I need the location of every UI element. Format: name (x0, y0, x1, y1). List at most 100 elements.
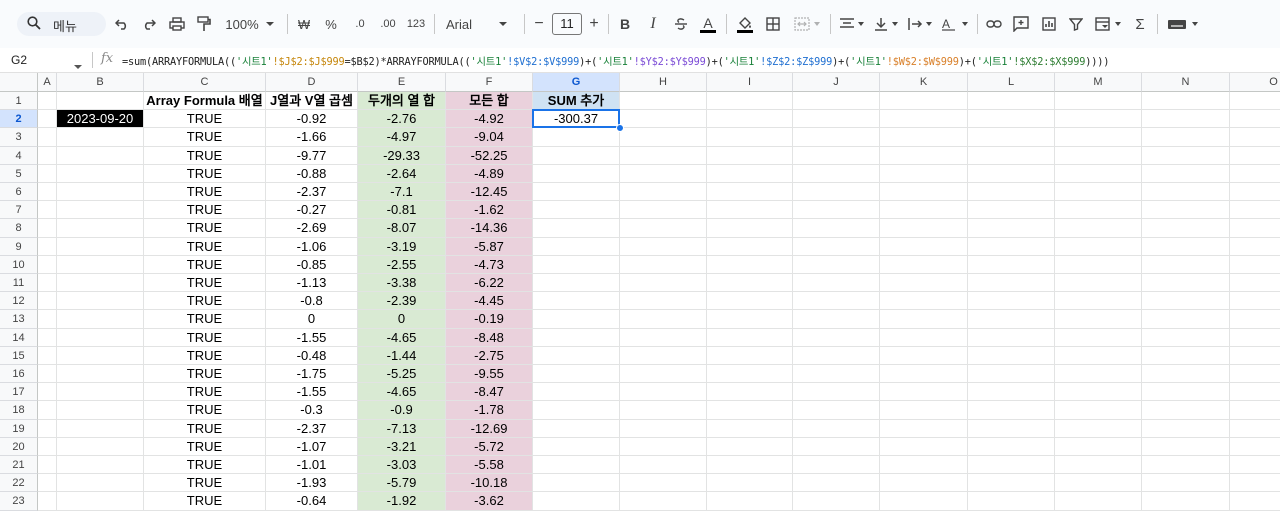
row-header[interactable]: 23 (0, 492, 38, 511)
column-header-a[interactable]: A (38, 73, 57, 92)
cell[interactable] (793, 128, 880, 147)
header-cell-sum-added[interactable]: SUM 추가 (533, 92, 620, 111)
cell[interactable] (968, 346, 1055, 365)
cell[interactable] (707, 292, 793, 311)
cell[interactable] (968, 92, 1055, 111)
cell-array-formula[interactable]: TRUE (144, 328, 266, 347)
cell[interactable] (968, 292, 1055, 311)
cell-two-col-sum[interactable]: -3.03 (358, 456, 446, 475)
cell[interactable] (620, 456, 707, 475)
cell-array-formula[interactable]: TRUE (144, 310, 266, 329)
cell[interactable] (57, 164, 144, 183)
cell[interactable] (968, 164, 1055, 183)
cell[interactable] (880, 474, 968, 493)
paint-format-icon[interactable] (196, 13, 212, 35)
cell[interactable] (707, 255, 793, 274)
cell[interactable] (620, 419, 707, 438)
cell[interactable] (793, 328, 880, 347)
cell-all-sum[interactable]: -8.47 (446, 383, 533, 402)
cell[interactable] (968, 128, 1055, 147)
cell[interactable] (533, 437, 620, 456)
cell[interactable] (707, 346, 793, 365)
cell[interactable] (707, 110, 793, 129)
cell-array-formula[interactable]: TRUE (144, 419, 266, 438)
cell[interactable] (620, 310, 707, 329)
cell[interactable] (1230, 238, 1280, 256)
cell[interactable] (968, 456, 1055, 475)
column-header-i[interactable]: I (707, 73, 793, 92)
cell[interactable] (1142, 164, 1230, 183)
cell[interactable] (38, 310, 57, 329)
cell[interactable] (620, 492, 707, 511)
cell-multiply[interactable]: -1.55 (266, 383, 358, 402)
cell-all-sum[interactable]: -5.87 (446, 237, 533, 256)
cell[interactable] (38, 365, 57, 384)
cell[interactable] (57, 219, 144, 238)
row-header[interactable]: 14 (0, 328, 38, 347)
font-size-decrease-button[interactable]: − (533, 13, 545, 35)
cell-array-formula[interactable]: TRUE (144, 201, 266, 220)
cell-array-formula[interactable]: TRUE (144, 474, 266, 493)
cell-multiply[interactable]: -1.75 (266, 365, 358, 384)
cell[interactable] (57, 456, 144, 475)
cell[interactable] (38, 292, 57, 311)
cell[interactable] (1142, 110, 1230, 129)
cell-two-col-sum[interactable]: -3.38 (358, 274, 446, 293)
cell[interactable] (57, 346, 144, 365)
row-header[interactable]: 15 (0, 346, 38, 365)
cell-array-formula[interactable]: TRUE (144, 128, 266, 147)
fill-color-icon[interactable] (736, 13, 754, 35)
cell[interactable] (880, 328, 968, 347)
cell[interactable] (1230, 256, 1280, 274)
cell[interactable] (1230, 456, 1280, 475)
cell[interactable] (707, 401, 793, 420)
cell[interactable] (38, 274, 57, 293)
cell[interactable] (1230, 128, 1280, 147)
font-size-input[interactable]: 11 (552, 13, 582, 35)
cell[interactable] (793, 164, 880, 183)
cell[interactable] (1142, 92, 1230, 111)
decrease-decimal-button[interactable]: .0 (350, 13, 370, 35)
cell[interactable] (707, 219, 793, 238)
cell[interactable] (968, 310, 1055, 329)
cell[interactable] (880, 365, 968, 384)
row-header[interactable]: 1 (0, 92, 38, 111)
cell-two-col-sum[interactable]: -5.79 (358, 474, 446, 493)
cell-multiply[interactable]: -2.37 (266, 419, 358, 438)
header-cell-multiply[interactable]: J열과 V열 곱셈 (266, 92, 358, 111)
cell[interactable] (880, 128, 968, 147)
row-header[interactable]: 3 (0, 128, 38, 147)
cell[interactable] (1142, 201, 1230, 220)
cell-all-sum[interactable]: -5.72 (446, 437, 533, 456)
cell[interactable] (793, 110, 880, 129)
cell[interactable] (707, 183, 793, 202)
cell[interactable] (793, 492, 880, 511)
cell-multiply[interactable]: -0.8 (266, 292, 358, 311)
name-box[interactable]: G2 (11, 53, 27, 67)
cell[interactable] (1142, 474, 1230, 493)
cell[interactable] (1055, 419, 1142, 438)
cell-multiply[interactable]: 0 (266, 310, 358, 329)
cell[interactable] (1230, 420, 1280, 438)
print-icon[interactable] (168, 13, 186, 35)
cell[interactable] (533, 237, 620, 256)
row-header[interactable]: 7 (0, 201, 38, 220)
cell[interactable] (1055, 310, 1142, 329)
cell-array-formula[interactable]: TRUE (144, 292, 266, 311)
vertical-align-icon[interactable] (872, 13, 900, 35)
cell-all-sum[interactable]: -4.73 (446, 255, 533, 274)
cell-all-sum[interactable]: -1.62 (446, 201, 533, 220)
cell[interactable] (880, 292, 968, 311)
row-header[interactable]: 5 (0, 164, 38, 183)
cell-all-sum[interactable]: -14.36 (446, 219, 533, 238)
cell-multiply[interactable]: -0.92 (266, 110, 358, 129)
cell[interactable] (620, 383, 707, 402)
cell[interactable] (533, 274, 620, 293)
cell-multiply[interactable]: -0.3 (266, 401, 358, 420)
cell-multiply[interactable]: -1.06 (266, 237, 358, 256)
italic-button[interactable]: I (646, 13, 660, 35)
cell-all-sum[interactable]: -4.92 (446, 110, 533, 129)
cell[interactable] (533, 419, 620, 438)
cell-multiply[interactable]: -0.48 (266, 346, 358, 365)
cell[interactable] (1230, 401, 1280, 420)
